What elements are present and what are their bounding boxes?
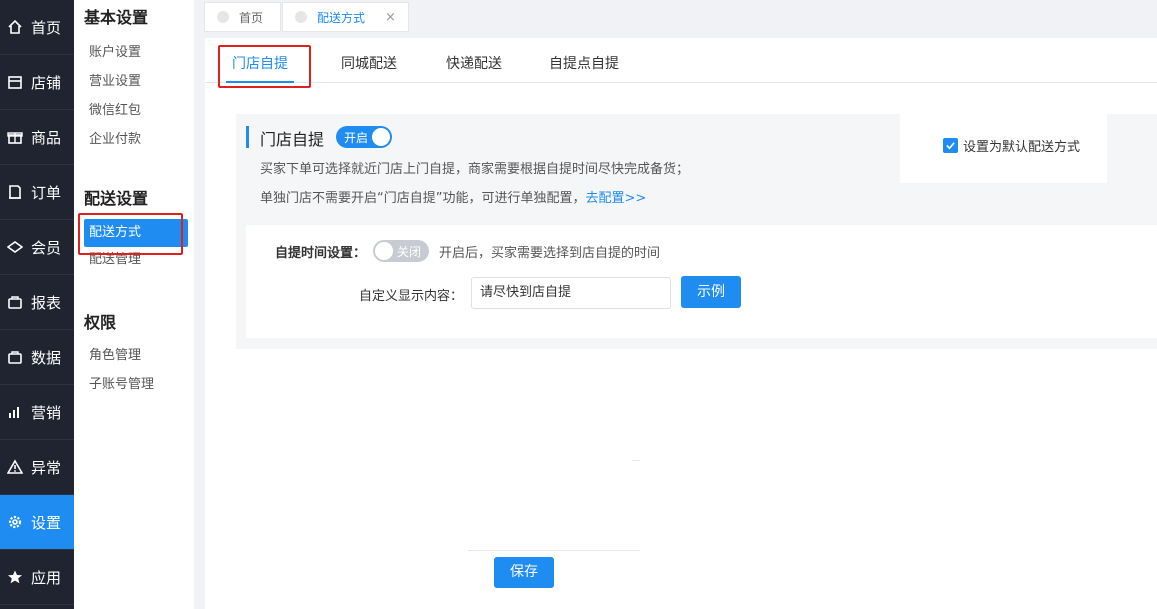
highlight-box xyxy=(218,45,311,88)
report-icon xyxy=(6,293,24,311)
nav-item-goods[interactable]: 商品 xyxy=(0,110,74,165)
nav-item-label: 订单 xyxy=(31,183,62,202)
settings-sidebar: 基本设置 账户设置 营业设置 微信红包 企业付款 配送设置 配送方式 配送管理 … xyxy=(74,0,194,609)
gift-icon xyxy=(6,128,24,146)
checkbox-label: 设置为默认配送方式 xyxy=(963,140,1081,155)
main-nav: 首页 店铺 商品 订单 会员 报表 数据 营销 异常 设置 应用 xyxy=(0,0,74,609)
subtab-express[interactable]: 快递配送 xyxy=(446,38,502,83)
sidebar-item-subaccounts[interactable]: 子账号管理 xyxy=(74,370,194,399)
nav-item-marketing[interactable]: 营销 xyxy=(0,385,74,440)
toggle-knob xyxy=(375,242,393,260)
main-panel: 门店自提 同城配送 快递配送 自提点自提 门店自提 开启 设置为默认配送方式 买… xyxy=(205,38,1157,609)
tab-bar: 首页 配送方式 × xyxy=(194,0,1157,38)
nav-item-orders[interactable]: 订单 xyxy=(0,165,74,220)
tab-delivery-methods[interactable]: 配送方式 × xyxy=(282,2,409,32)
marketing-icon xyxy=(6,403,24,421)
divider xyxy=(468,550,640,551)
store-pickup-toggle[interactable]: 开启 xyxy=(336,126,392,148)
nav-item-label: 首页 xyxy=(31,18,62,37)
nav-item-members[interactable]: 会员 xyxy=(0,220,74,275)
tab-dot-icon xyxy=(295,11,307,23)
data-icon xyxy=(6,348,24,366)
highlight-box xyxy=(78,213,183,255)
nav-item-label: 营销 xyxy=(31,403,62,422)
tab-dot-icon xyxy=(217,11,229,23)
gear-icon xyxy=(6,513,24,531)
nav-item-label: 会员 xyxy=(31,238,62,257)
store-pickup-card: 门店自提 开启 设置为默认配送方式 买家下单可选择就近门店上门自提，商家需要根据… xyxy=(236,114,1157,349)
star-icon xyxy=(6,568,24,586)
sidebar-item-account[interactable]: 账户设置 xyxy=(74,38,194,67)
checkmark-icon xyxy=(943,138,958,153)
pickup-settings-box: 自提时间设置： 关闭 开启后，买家需要选择到店自提的时间 自定义显示内容： 请尽… xyxy=(246,225,1157,338)
time-setting-hint: 开启后，买家需要选择到店自提的时间 xyxy=(439,246,661,261)
nav-item-apps[interactable]: 应用 xyxy=(0,550,74,605)
configure-link[interactable]: 去配置>> xyxy=(585,191,646,206)
title-accent-bar xyxy=(246,126,249,148)
member-icon xyxy=(6,238,24,256)
custom-display-input[interactable]: 请尽快到店自提 xyxy=(471,277,671,309)
tab-label: 配送方式 xyxy=(317,10,366,25)
nav-item-store[interactable]: 店铺 xyxy=(0,55,74,110)
tab-home[interactable]: 首页 xyxy=(204,2,281,32)
order-icon xyxy=(6,183,24,201)
pickup-time-toggle[interactable]: 关闭 xyxy=(373,240,429,262)
nav-item-label: 报表 xyxy=(31,293,62,312)
custom-display-label: 自定义显示内容： xyxy=(359,289,464,304)
subtab-pickup-point[interactable]: 自提点自提 xyxy=(549,38,619,83)
toggle-knob xyxy=(372,128,390,146)
close-icon[interactable]: × xyxy=(385,10,396,25)
nav-item-label: 设置 xyxy=(31,513,62,532)
sidebar-group-title: 配送设置 xyxy=(84,189,149,208)
nav-item-reports[interactable]: 报表 xyxy=(0,275,74,330)
sidebar-item-business[interactable]: 营业设置 xyxy=(74,67,194,96)
card-title: 门店自提 xyxy=(260,130,325,149)
description-line-1: 买家下单可选择就近门店上门自提，商家需要根据自提时间尽快完成备货； xyxy=(260,162,690,177)
time-setting-label: 自提时间设置： xyxy=(275,246,367,261)
description-text: 单独门店不需要开启“门店自提”功能，可进行单独配置， xyxy=(260,191,586,206)
tab-label: 首页 xyxy=(239,10,264,25)
sidebar-item-roles[interactable]: 角色管理 xyxy=(74,341,194,370)
store-icon xyxy=(6,73,24,91)
nav-item-data[interactable]: 数据 xyxy=(0,330,74,385)
example-button[interactable]: 示例 xyxy=(681,276,741,308)
warning-icon xyxy=(6,458,24,476)
sidebar-item-wechat-redpacket[interactable]: 微信红包 xyxy=(74,96,194,125)
nav-item-exceptions[interactable]: 异常 xyxy=(0,440,74,495)
nav-item-label: 商品 xyxy=(31,128,62,147)
home-icon xyxy=(6,18,24,36)
sidebar-group-title: 基本设置 xyxy=(84,8,149,27)
sidebar-item-enterprise-pay[interactable]: 企业付款 xyxy=(74,125,194,154)
subtab-same-city[interactable]: 同城配送 xyxy=(341,38,397,83)
save-button[interactable]: 保存 xyxy=(494,557,554,588)
nav-item-label: 应用 xyxy=(31,568,62,587)
sidebar-group-title: 权限 xyxy=(84,313,117,332)
nav-item-settings[interactable]: 设置 xyxy=(0,495,74,550)
description-line-2: 单独门店不需要开启“门店自提”功能，可进行单独配置，去配置>> xyxy=(260,187,646,206)
delivery-subtabs: 门店自提 同城配送 快递配送 自提点自提 xyxy=(205,38,1157,83)
nav-item-home[interactable]: 首页 xyxy=(0,0,74,55)
toggle-label: 开启 xyxy=(344,130,369,145)
nav-item-label: 数据 xyxy=(31,348,62,367)
nav-item-label: 异常 xyxy=(31,458,62,477)
divider xyxy=(632,460,640,461)
default-delivery-checkbox[interactable]: 设置为默认配送方式 xyxy=(943,136,1080,155)
nav-item-label: 店铺 xyxy=(31,73,62,92)
